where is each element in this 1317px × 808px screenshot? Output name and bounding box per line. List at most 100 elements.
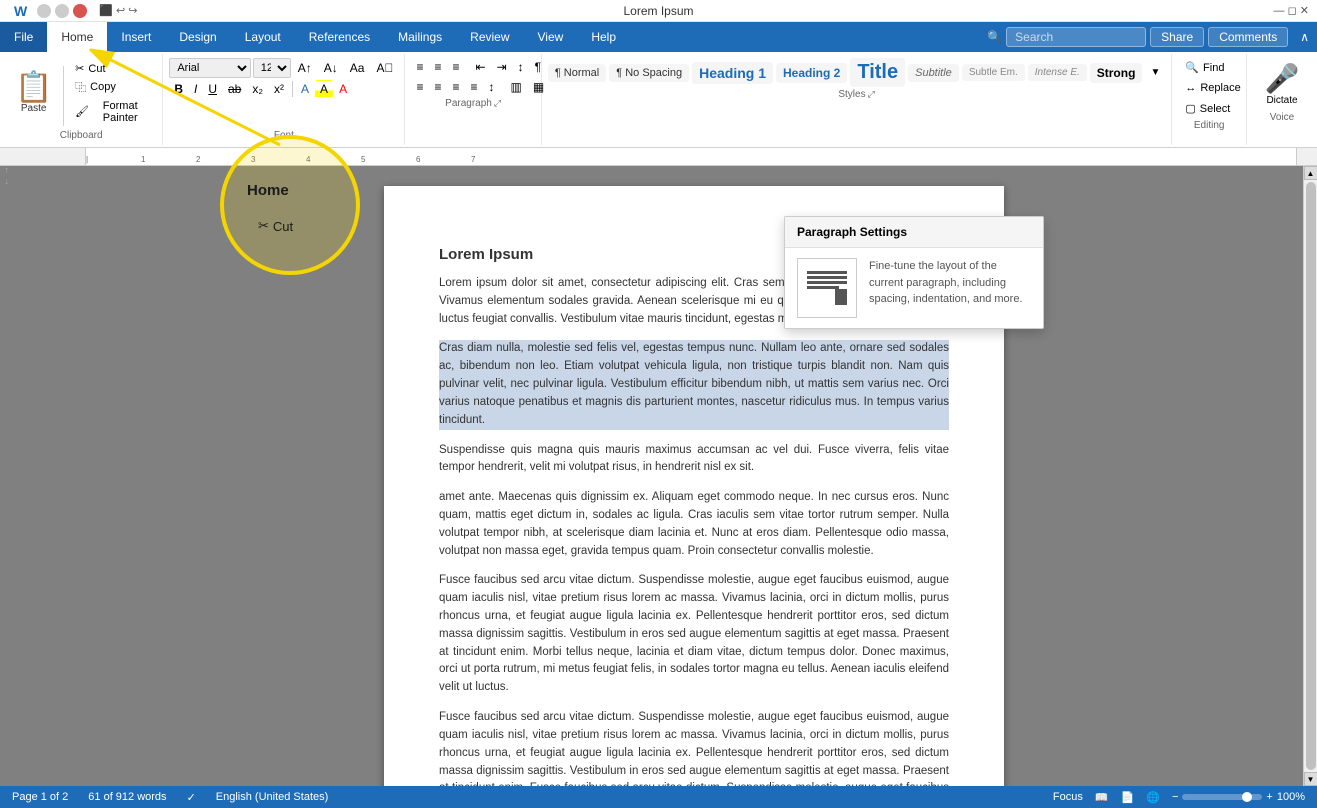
text-highlight-btn[interactable]: A — [315, 80, 333, 98]
ruler-mark-7: 7 — [471, 155, 475, 164]
paragraph-dialog-launcher[interactable]: ⤢ — [494, 98, 501, 109]
superscript-btn[interactable]: x² — [269, 80, 289, 98]
clipboard-group: 📋 Paste ✂ Cut ⿻ Copy 🖌 Format Painter C — [0, 54, 163, 145]
paste-button[interactable]: 📋 Paste — [6, 58, 61, 128]
multilevel-btn[interactable]: ≡ — [447, 58, 464, 76]
font-name-size-row: Arial 12 A↑ A↓ Aa A⃝ — [169, 58, 398, 78]
read-mode-icon[interactable]: 📖 — [1095, 791, 1109, 804]
copy-button[interactable]: ⿻ Copy — [70, 77, 152, 97]
scroll-thumb[interactable] — [1306, 182, 1316, 770]
clipboard-right: ✂ Cut ⿻ Copy 🖌 Format Painter — [66, 58, 156, 128]
style-subtle-em[interactable]: Subtle Em. — [962, 64, 1025, 81]
focus-btn[interactable]: Focus — [1053, 791, 1083, 803]
format-painter-button[interactable]: 🖌 Format Painter — [70, 98, 152, 126]
clipboard-group-content: 📋 Paste ✂ Cut ⿻ Copy 🖌 Format Painter — [6, 58, 156, 128]
tab-home[interactable]: Home — [47, 22, 107, 52]
center-btn[interactable]: ≡ — [429, 78, 446, 96]
web-layout-icon[interactable]: 🌐 — [1146, 791, 1160, 804]
scroll-up-btn[interactable]: ▲ — [1304, 166, 1317, 180]
italic-btn[interactable]: I — [189, 80, 202, 98]
minimize-btn[interactable] — [37, 4, 51, 18]
tab-insert[interactable]: Insert — [107, 22, 165, 52]
ruler-mark-3: 3 — [251, 155, 255, 164]
align-right-btn[interactable]: ≡ — [447, 78, 464, 96]
ruler-mark-2: 2 — [196, 155, 200, 164]
tab-review[interactable]: Review — [456, 22, 523, 52]
font-color-btn[interactable]: A — [334, 80, 352, 98]
bold-btn[interactable]: B — [169, 80, 188, 98]
find-button[interactable]: 🔍 Find — [1178, 58, 1240, 77]
dictate-button[interactable]: 🎤 Dictate — [1257, 58, 1307, 110]
replace-button[interactable]: ↔ Replace — [1178, 79, 1240, 97]
grow-font-btn[interactable]: A↑ — [293, 59, 317, 77]
style-title[interactable]: Title — [850, 58, 905, 87]
cut-button[interactable]: ✂ Cut — [70, 60, 152, 77]
underline-btn[interactable]: U — [203, 80, 222, 98]
print-layout-icon[interactable]: 📄 — [1121, 791, 1135, 804]
separator — [63, 66, 64, 126]
font-name-select[interactable]: Arial — [169, 58, 250, 78]
paragraph-group-label: Paragraph ⤢ — [411, 98, 534, 109]
tab-help[interactable]: Help — [577, 22, 630, 52]
zoom-controls: − + 100% — [1172, 791, 1305, 803]
tab-view[interactable]: View — [524, 22, 578, 52]
justify-btn[interactable]: ≡ — [466, 78, 483, 96]
paste-icon: 📋 — [15, 73, 52, 103]
zoom-slider[interactable] — [1182, 794, 1262, 800]
select-label: Select — [1200, 103, 1231, 115]
style-heading1[interactable]: Heading 1 — [692, 62, 773, 84]
style-normal[interactable]: ¶ Normal — [548, 64, 606, 82]
style-no-spacing[interactable]: ¶ No Spacing — [609, 64, 689, 82]
window-controls: — ◻ ✕ — [1274, 4, 1309, 17]
subscript-btn[interactable]: x₂ — [247, 80, 268, 98]
tab-references[interactable]: References — [295, 22, 384, 52]
select-button[interactable]: ▢ Select — [1178, 99, 1240, 118]
comments-button[interactable]: Comments — [1208, 27, 1288, 47]
cut-label: Cut — [88, 63, 105, 75]
bullets-btn[interactable]: ≡ — [411, 58, 428, 76]
strikethrough-btn[interactable]: ab — [223, 80, 246, 98]
tab-design[interactable]: Design — [165, 22, 230, 52]
zoom-out-btn[interactable]: − — [1172, 791, 1178, 803]
scrollbar-vertical[interactable]: ▲ ▼ — [1303, 166, 1317, 786]
styles-more-btn[interactable]: ▼ — [1145, 65, 1165, 80]
increase-indent-btn[interactable]: ⇥ — [492, 58, 512, 76]
para-icon-visual — [807, 271, 847, 305]
shrink-font-btn[interactable]: A↓ — [319, 59, 343, 77]
zoom-thumb — [1242, 792, 1252, 802]
document-container[interactable]: Paragraph Settings Fine-tune the layout … — [85, 166, 1303, 786]
paragraph-align-btns: ≡ ≡ ≡ ≡ ↕ ▥ ▦ — [411, 78, 534, 96]
share-button[interactable]: Share — [1150, 27, 1204, 47]
file-controls: ⬛ ↩ ↪ — [99, 4, 137, 17]
line-spacing-btn[interactable]: ↕ — [484, 78, 500, 96]
style-intense-em[interactable]: Intense E. — [1028, 64, 1087, 81]
align-left-btn[interactable]: ≡ — [411, 78, 428, 96]
change-case-btn[interactable]: Aa — [345, 59, 370, 77]
styles-dialog-launcher[interactable]: ⤢ — [868, 89, 875, 100]
sort-btn[interactable]: ↕ — [513, 58, 529, 76]
maximize-btn[interactable] — [55, 4, 69, 18]
text-effects-btn[interactable]: A — [296, 80, 314, 98]
style-subtitle[interactable]: Subtitle — [908, 64, 959, 82]
font-size-select[interactable]: 12 — [253, 58, 291, 78]
style-strong[interactable]: Strong — [1090, 63, 1143, 83]
decrease-indent-btn[interactable]: ⇤ — [471, 58, 491, 76]
ruler-marks-container: | 1 2 3 4 5 6 7 — [86, 148, 1296, 165]
tab-mailings[interactable]: Mailings — [384, 22, 456, 52]
copy-label: Copy — [90, 81, 116, 93]
clear-formatting-btn[interactable]: A⃝ — [371, 59, 398, 77]
main-area: ← → Paragraph Settings — [0, 166, 1317, 786]
zoom-in-btn[interactable]: + — [1266, 791, 1272, 803]
search-input[interactable] — [1006, 27, 1146, 47]
tab-file[interactable]: File — [0, 22, 47, 52]
style-heading2[interactable]: Heading 2 — [776, 63, 847, 83]
find-icon: 🔍 — [1185, 61, 1199, 74]
para-popup-icon — [797, 258, 857, 318]
tab-layout[interactable]: Layout — [231, 22, 295, 52]
ribbon-collapse-btn[interactable]: ∧ — [1300, 30, 1309, 44]
close-btn[interactable] — [73, 4, 87, 18]
ribbon-toolbar: 📋 Paste ✂ Cut ⿻ Copy 🖌 Format Painter C — [0, 52, 1317, 148]
scroll-down-btn[interactable]: ▼ — [1304, 772, 1317, 786]
shading-btn[interactable]: ▥ — [506, 78, 527, 96]
numbering-btn[interactable]: ≡ — [429, 58, 446, 76]
